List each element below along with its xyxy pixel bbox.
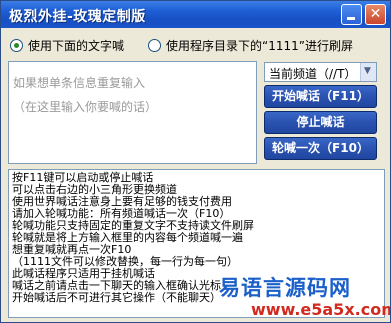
watermark: 易语言源码网 www.e5a5x.com bbox=[219, 272, 391, 322]
radio-use-text[interactable]: 使用下面的文字喊 bbox=[10, 37, 124, 53]
minimize-icon bbox=[347, 17, 355, 20]
channel-select[interactable]: 当前频道（//T） ▼ bbox=[264, 62, 377, 82]
dropdown-arrow-button[interactable]: ▼ bbox=[360, 63, 376, 81]
watermark-url: www.e5a5x.com bbox=[251, 300, 391, 319]
minimize-button[interactable] bbox=[341, 4, 362, 25]
message-input[interactable]: 如果想单条信息重复输入 （在这里输入你要喊的话） bbox=[8, 61, 257, 164]
round-shout-button[interactable]: 轮喊一次（F10） bbox=[264, 137, 377, 160]
window-title: 极烈外挂-玫瑰定制版 bbox=[9, 9, 146, 25]
radio-label: 使用程序目录下的“1111”进行刷屏 bbox=[166, 38, 353, 53]
stop-shout-button[interactable]: 停止喊话 bbox=[264, 111, 377, 134]
app-window: 极烈外挂-玫瑰定制版 ✕ 使用下面的文字喊 使用程序目录下的“1111”进行刷屏… bbox=[0, 0, 391, 323]
channel-select-value: 当前频道（//T） bbox=[269, 67, 357, 81]
title-bar[interactable]: 极烈外挂-玫瑰定制版 ✕ bbox=[1, 1, 390, 28]
start-shout-button[interactable]: 开始喊话（F11） bbox=[264, 85, 377, 108]
radio-use-file[interactable]: 使用程序目录下的“1111”进行刷屏 bbox=[148, 37, 353, 53]
close-button[interactable]: ✕ bbox=[365, 4, 386, 25]
radio-label: 使用下面的文字喊 bbox=[28, 38, 125, 53]
close-icon: ✕ bbox=[369, 6, 382, 22]
watermark-text: 易语言源码网 bbox=[219, 276, 351, 300]
info-line: 开始喊话后不可进行其它操作（不能聊天） bbox=[12, 291, 221, 304]
radio-button[interactable] bbox=[148, 38, 161, 52]
placeholder-line: 如果想单条信息重复输入 bbox=[13, 76, 146, 90]
placeholder-line: （在这里输入你要喊的话） bbox=[13, 100, 158, 114]
chevron-down-icon: ▼ bbox=[364, 66, 371, 76]
radio-button-checked[interactable] bbox=[10, 38, 23, 52]
